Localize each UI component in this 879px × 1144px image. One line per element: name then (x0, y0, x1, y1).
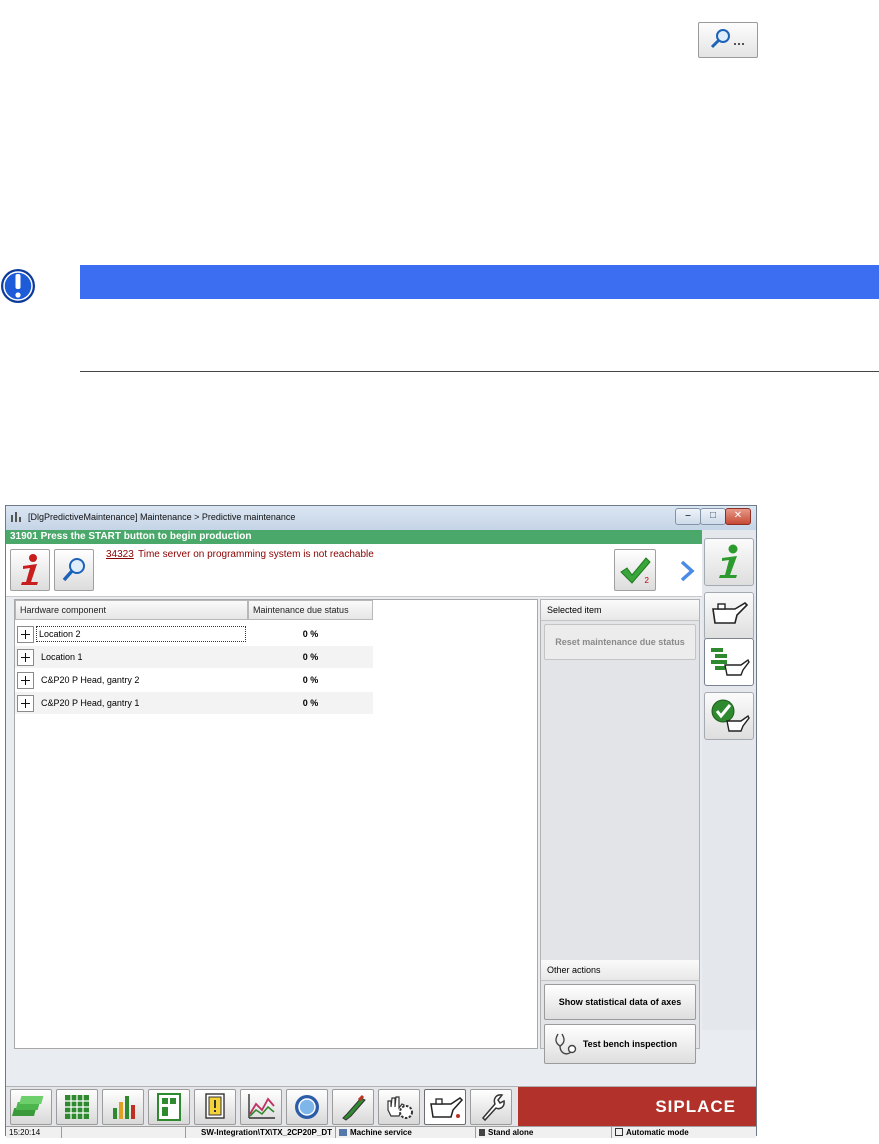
toolbar-setup-button[interactable] (378, 1089, 420, 1125)
oil-can-icon (712, 601, 749, 624)
status-mode: Automatic mode (612, 1127, 756, 1138)
camera-lens-icon (295, 1095, 319, 1119)
hand-gear-icon (387, 1096, 413, 1119)
expand-icon[interactable] (17, 626, 34, 643)
row-component: C&P20 P Head, gantry 2 (41, 675, 140, 685)
stethoscope-icon (555, 1033, 577, 1055)
selected-item-header: Selected item (541, 600, 699, 621)
status-banner-text: 31901 Press the START button to begin pr… (10, 531, 252, 542)
status-strip: 15:20:14 SW-Integration\TX\TX_2CP20P_DT … (6, 1126, 756, 1138)
window-title: [DlgPredictiveMaintenance] Maintenance >… (28, 512, 296, 522)
wrench-icon (481, 1094, 505, 1122)
app-icon (11, 512, 21, 522)
side-tab-check-maintenance[interactable] (704, 692, 754, 740)
brand-text: SIPLACE (655, 1097, 736, 1116)
side-tabs (702, 530, 756, 1030)
table-row[interactable]: Location 1 0 % (15, 646, 373, 668)
status-empty (62, 1127, 186, 1138)
test-bench-button[interactable]: Test bench inspection (544, 1024, 696, 1064)
column-header-component[interactable]: Hardware component (15, 600, 248, 620)
message-text: Time server on programming system is not… (138, 549, 374, 560)
warning-document-icon (205, 1093, 225, 1119)
other-actions-header: Other actions (541, 960, 699, 981)
maximize-button[interactable]: □ (700, 508, 726, 525)
check-maintenance-icon (711, 699, 750, 732)
oil-can-icon (430, 1097, 464, 1118)
side-tab-maintenance[interactable] (704, 592, 754, 640)
nozzle-icon (342, 1094, 366, 1121)
doc-magnifier-button[interactable] (698, 22, 758, 58)
bar-chart-icon (113, 1096, 135, 1119)
grid-icon (65, 1095, 89, 1119)
toolbar-messages-button[interactable] (194, 1089, 236, 1125)
magnifier-icon (710, 29, 744, 49)
standalone-icon (479, 1129, 485, 1136)
checkmark-icon (620, 557, 651, 584)
row-status: 0 % (302, 629, 319, 639)
info-button[interactable] (10, 549, 50, 591)
status-standalone: Stand alone (476, 1127, 612, 1138)
minimize-button[interactable]: – (675, 508, 701, 525)
toolbar-feeder-button[interactable] (56, 1089, 98, 1125)
row-status: 0 % (302, 698, 319, 708)
notice-divider (80, 371, 879, 372)
table-row[interactable]: C&P20 P Head, gantry 2 0 % (15, 669, 373, 691)
board-icon (157, 1093, 181, 1121)
expand-icon[interactable] (17, 695, 34, 712)
row-component: Location 1 (41, 652, 83, 662)
toolbar-production-button[interactable] (10, 1089, 52, 1125)
info-icon (21, 554, 38, 585)
mode-icon (615, 1128, 623, 1136)
expand-icon[interactable] (17, 649, 34, 666)
bottom-toolbar: SIPLACE (6, 1086, 756, 1127)
side-tab-info[interactable] (704, 538, 754, 586)
notice-bar (80, 265, 879, 299)
line-chart-icon (248, 1094, 275, 1119)
toolbar-service-button[interactable] (470, 1089, 512, 1125)
show-statistics-button[interactable]: Show statistical data of axes (544, 984, 696, 1020)
brand-logo: SIPLACE (518, 1087, 756, 1127)
toolbar-trend-button[interactable] (240, 1089, 282, 1125)
table-row[interactable]: Location 2 0 % (15, 623, 373, 645)
actions-panel: Selected item Reset maintenance due stat… (540, 599, 700, 1064)
acknowledge-count: 2 (644, 576, 649, 585)
chevron-right-icon[interactable] (674, 556, 700, 586)
test-bench-label: Test bench inspection (582, 1039, 678, 1049)
toolbar-maintenance-button[interactable] (424, 1089, 466, 1125)
info-green-icon (719, 544, 738, 578)
message-magnifier-button[interactable] (54, 549, 94, 591)
toolbar-statistics-button[interactable] (102, 1089, 144, 1125)
service-icon (339, 1129, 347, 1136)
status-service: Machine service (336, 1127, 476, 1138)
row-component: C&P20 P Head, gantry 1 (41, 698, 140, 708)
exclamation-icon (1, 269, 35, 303)
toolbar-camera-button[interactable] (286, 1089, 328, 1125)
table-row[interactable]: C&P20 P Head, gantry 1 0 % (15, 692, 373, 714)
row-component: Location 2 (36, 626, 246, 642)
message-code-link[interactable]: 34323 (106, 549, 134, 560)
message-bar: 34323 Time server on programming system … (6, 544, 702, 597)
column-header-status[interactable]: Maintenance due status (248, 600, 373, 620)
predictive-maintenance-icon (711, 648, 750, 676)
hardware-table: Hardware component Maintenance due statu… (14, 599, 538, 1049)
reset-maintenance-button[interactable]: Reset maintenance due status (544, 624, 696, 660)
acknowledge-button[interactable]: 2 (614, 549, 656, 591)
stack-icon (12, 1096, 44, 1116)
status-path: SW-Integration\TX\TX_2CP20P_DT (186, 1127, 336, 1138)
row-status: 0 % (302, 652, 319, 662)
status-time: 15:20:14 (6, 1127, 62, 1138)
magnifier-icon (62, 558, 85, 582)
expand-icon[interactable] (17, 672, 34, 689)
close-button[interactable]: ✕ (725, 508, 751, 525)
title-bar[interactable]: [DlgPredictiveMaintenance] Maintenance >… (6, 506, 756, 530)
toolbar-board-button[interactable] (148, 1089, 190, 1125)
row-status: 0 % (302, 675, 319, 685)
app-window: [DlgPredictiveMaintenance] Maintenance >… (5, 505, 757, 1138)
side-tab-predictive-maintenance[interactable] (704, 638, 754, 686)
toolbar-nozzle-button[interactable] (332, 1089, 374, 1125)
status-banner: 31901 Press the START button to begin pr… (6, 530, 756, 544)
